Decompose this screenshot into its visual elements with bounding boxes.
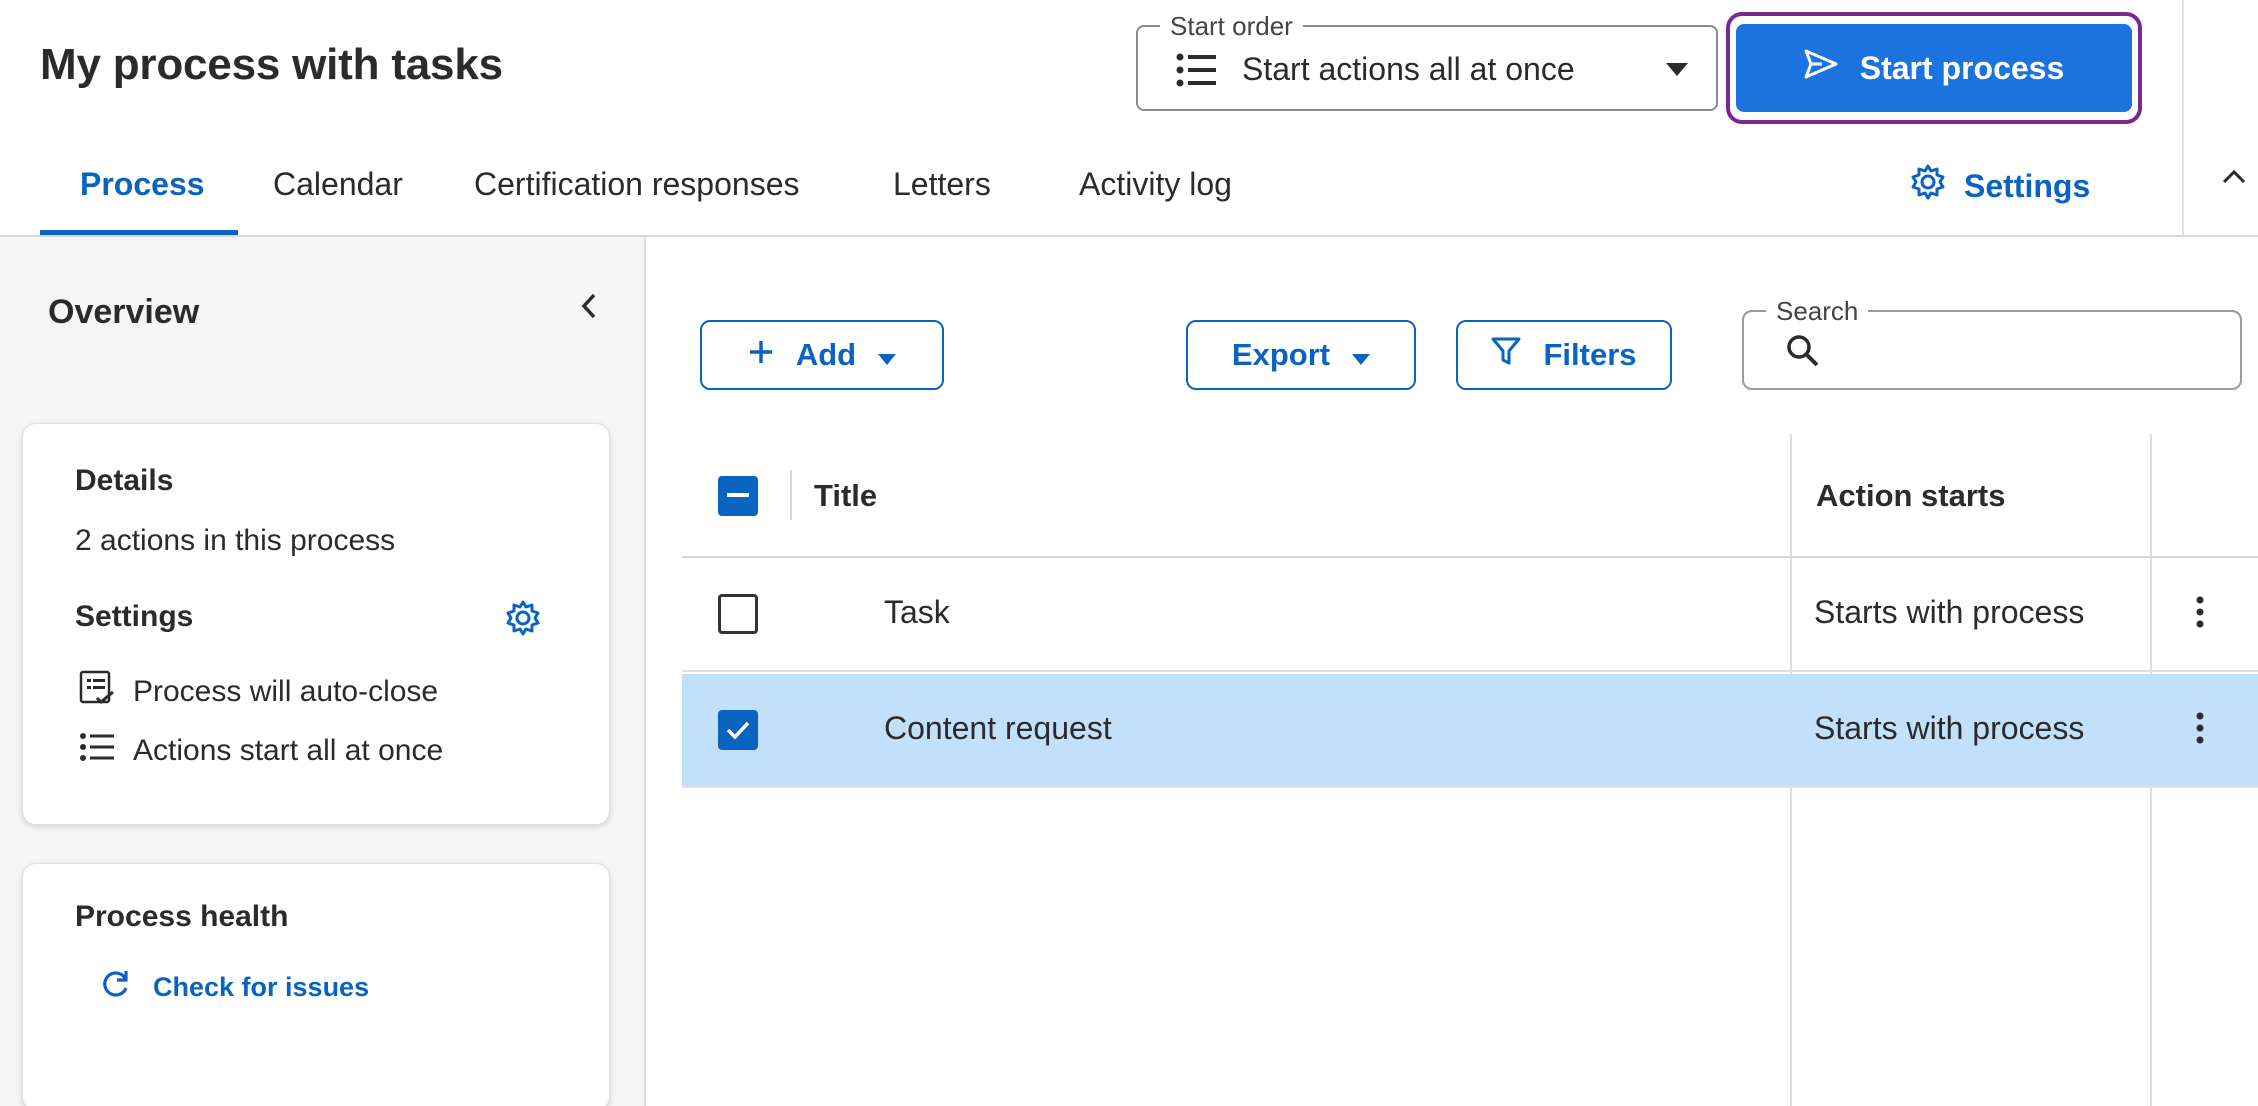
search-input[interactable] bbox=[1836, 328, 2226, 374]
actions-count: 2 actions in this process bbox=[75, 524, 396, 557]
gear-icon bbox=[1910, 164, 1946, 208]
process-health-heading: Process health bbox=[75, 900, 289, 933]
row-action-starts: Starts with process bbox=[1814, 710, 2085, 746]
actions-table: Title Action starts Task Starts with pro… bbox=[682, 434, 2258, 1106]
auto-close-label: Process will auto-close bbox=[133, 675, 439, 708]
start-process-button[interactable]: Start process bbox=[1736, 24, 2132, 112]
row-action-starts: Starts with process bbox=[1814, 594, 2085, 630]
plus-icon bbox=[748, 337, 774, 373]
tab-letters[interactable]: Letters bbox=[893, 150, 991, 236]
settings-label: Settings bbox=[1964, 167, 2091, 204]
chevron-left-icon[interactable] bbox=[578, 291, 600, 326]
row-title: Content request bbox=[884, 710, 1112, 746]
overview-title: Overview bbox=[48, 293, 200, 331]
page: My process with tasks Start order Start … bbox=[0, 0, 2258, 1106]
chevron-up-icon[interactable] bbox=[2222, 168, 2246, 189]
filter-icon bbox=[1491, 336, 1521, 374]
table-header: Title Action starts bbox=[682, 434, 2258, 558]
table-row[interactable]: Task Starts with process bbox=[682, 558, 2258, 672]
search-label: Search bbox=[1766, 296, 1869, 327]
row-checkbox[interactable] bbox=[718, 710, 758, 750]
export-label: Export bbox=[1231, 337, 1331, 372]
start-order-select[interactable]: Start order Start actions all at once bbox=[1136, 11, 1718, 111]
start-order-label: Start order bbox=[1160, 11, 1303, 42]
tab-certification-responses[interactable]: Certification responses bbox=[474, 150, 799, 236]
add-button[interactable]: Add bbox=[700, 320, 944, 390]
gear-icon[interactable] bbox=[505, 600, 541, 641]
start-process-label: Start process bbox=[1859, 49, 2065, 86]
refresh-icon bbox=[99, 968, 131, 1007]
select-all-checkbox[interactable] bbox=[718, 476, 758, 516]
tab-activity-log[interactable]: Activity log bbox=[1079, 150, 1232, 236]
check-for-issues-label: Check for issues bbox=[153, 972, 370, 1002]
details-heading: Details bbox=[75, 464, 174, 497]
start-order-value: Start actions all at once bbox=[1242, 51, 1575, 87]
overview-sidebar: Overview Details 2 actions in this proce… bbox=[0, 237, 646, 1106]
send-icon bbox=[1804, 49, 1838, 87]
search-field: Search bbox=[1742, 296, 2242, 390]
details-card: Details 2 actions in this process Settin… bbox=[22, 423, 610, 825]
start-mode-label: Actions start all at once bbox=[133, 734, 444, 767]
export-button[interactable]: Export bbox=[1186, 320, 1416, 390]
caret-down-icon bbox=[1352, 337, 1371, 373]
settings-heading: Settings bbox=[75, 600, 194, 633]
process-health-card: Process health Check for issues bbox=[22, 863, 610, 1106]
column-header-action-starts[interactable]: Action starts bbox=[1816, 478, 2005, 514]
list-icon bbox=[79, 732, 115, 770]
auto-close-setting: Process will auto-close bbox=[79, 670, 438, 714]
filters-button[interactable]: Filters bbox=[1456, 320, 1672, 390]
row-title: Task bbox=[884, 594, 950, 630]
tab-calendar[interactable]: Calendar bbox=[273, 150, 403, 236]
list-icon bbox=[1176, 53, 1216, 92]
caret-down-icon bbox=[1666, 63, 1688, 81]
settings-link[interactable]: Settings bbox=[1910, 164, 2090, 208]
more-options-icon[interactable] bbox=[2196, 596, 2204, 633]
auto-close-icon bbox=[79, 670, 115, 714]
start-mode-setting: Actions start all at once bbox=[79, 732, 443, 770]
column-divider bbox=[790, 470, 792, 520]
tab-process[interactable]: Process bbox=[80, 150, 205, 236]
filters-label: Filters bbox=[1543, 337, 1637, 372]
column-header-title[interactable]: Title bbox=[814, 478, 877, 514]
table-row[interactable]: Content request Starts with process bbox=[682, 674, 2258, 788]
page-title: My process with tasks bbox=[40, 40, 503, 89]
divider bbox=[2182, 0, 2184, 235]
add-label: Add bbox=[795, 337, 857, 372]
more-options-icon[interactable] bbox=[2196, 712, 2204, 749]
caret-down-icon bbox=[878, 337, 897, 373]
row-checkbox[interactable] bbox=[718, 594, 758, 634]
check-for-issues-link[interactable]: Check for issues bbox=[99, 968, 369, 1007]
search-icon bbox=[1786, 334, 1820, 373]
